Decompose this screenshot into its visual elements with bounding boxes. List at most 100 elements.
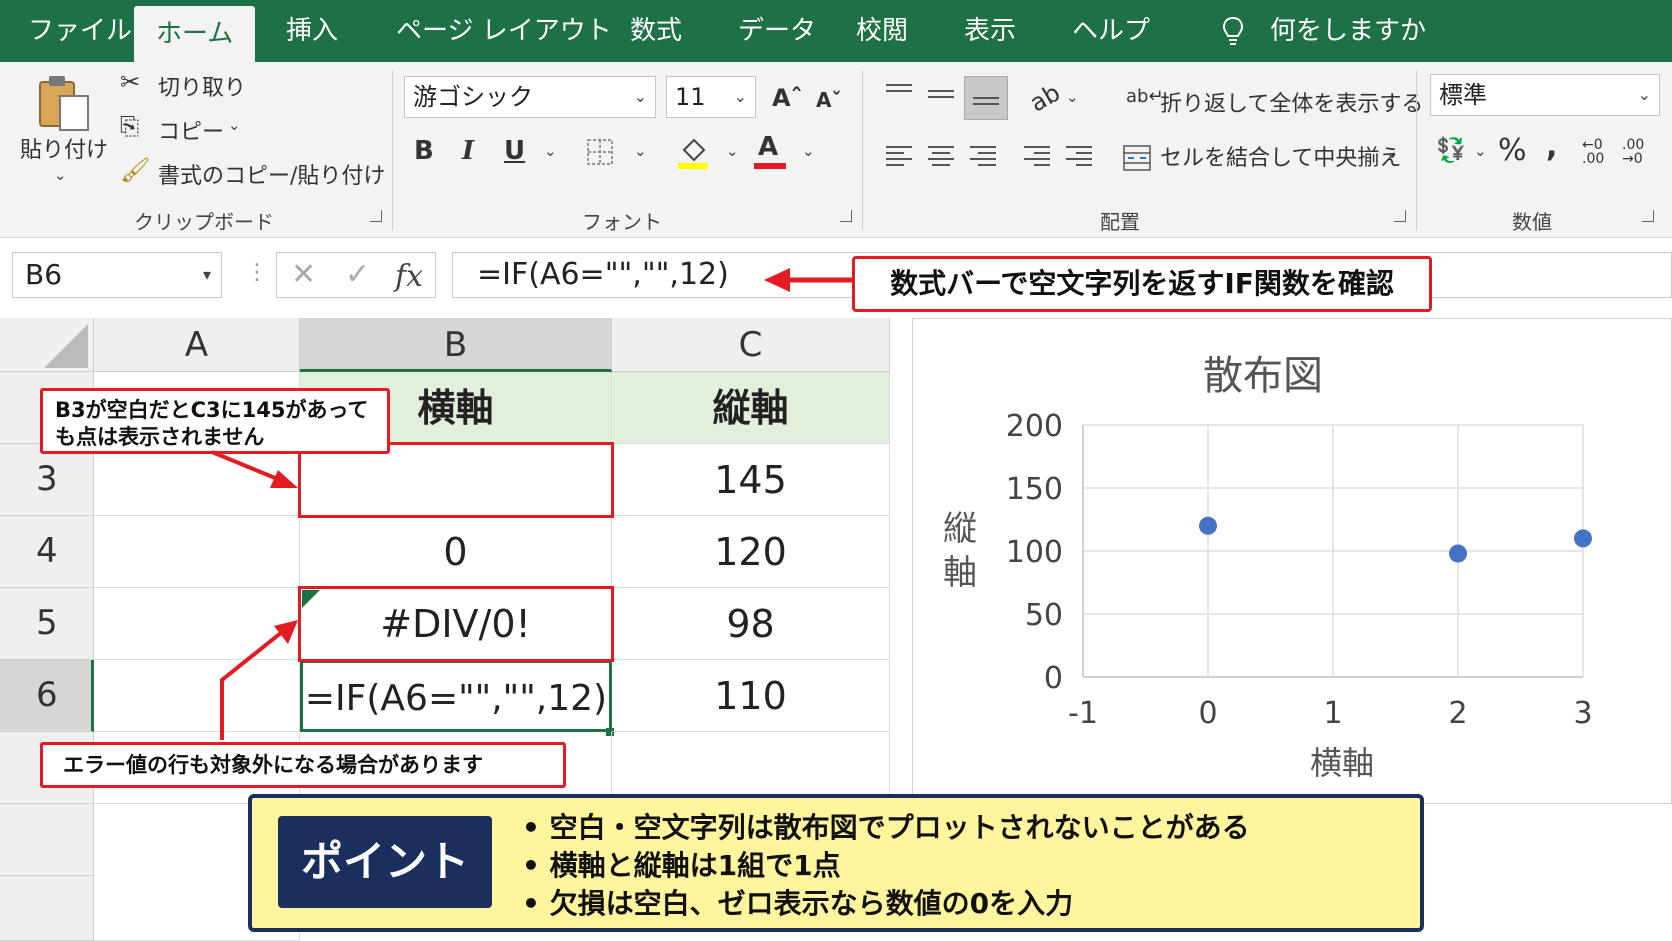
merge-center-icon[interactable] (1122, 144, 1152, 172)
row-header-6[interactable]: 6 (0, 660, 94, 732)
increase-decimal-icon[interactable]: ←0.00 (1582, 138, 1604, 166)
bold-button[interactable]: B (414, 138, 434, 164)
y-tick-label: 150 (1006, 472, 1063, 507)
b3-explanation-note: B3が空白だとC3に145があっても点は表示されません (40, 388, 390, 454)
fill-color-dropdown-icon[interactable]: ⌄ (726, 144, 739, 159)
format-painter-button[interactable]: 書式のコピー/貼り付け (158, 158, 385, 190)
scissors-icon[interactable]: ✂ (120, 70, 140, 94)
arrow-icon (211, 450, 298, 488)
borders-dropdown-icon[interactable]: ⌄ (634, 144, 647, 159)
copy-button[interactable]: コピー (158, 114, 224, 146)
align-middle-icon[interactable] (928, 90, 954, 112)
cancel-icon[interactable]: ✕ (291, 257, 316, 292)
number-format-value: 標準 (1439, 81, 1487, 109)
group-divider (1416, 70, 1417, 230)
point-summary-box: ポイント • 空白・空文字列は散布図でプロットされないことがある • 横軸と縦軸… (248, 794, 1424, 932)
tab-insert[interactable]: 挿入 (286, 0, 338, 62)
borders-icon[interactable] (586, 138, 614, 166)
align-top-icon[interactable] (886, 84, 912, 106)
point-item: • 空白・空文字列は散布図でプロットされないことがある (522, 811, 1250, 844)
enter-icon[interactable]: ✓ (345, 257, 370, 292)
data-point (1449, 544, 1467, 563)
copy-dropdown-icon[interactable]: ⌄ (228, 118, 241, 133)
y-tick-label: 200 (1006, 409, 1063, 444)
name-box[interactable]: B6 ▾ (12, 252, 222, 298)
select-all-corner[interactable] (0, 318, 94, 372)
clipboard-launcher-icon[interactable] (370, 210, 382, 222)
tab-formulas[interactable]: 数式 (630, 0, 682, 62)
paste-button[interactable]: 貼り付け (20, 132, 108, 164)
copy-icon[interactable]: ⎘ (120, 114, 139, 138)
tab-data[interactable]: データ (738, 0, 816, 62)
increase-indent-icon[interactable] (1066, 146, 1092, 168)
font-color-icon[interactable]: A (758, 134, 778, 160)
font-launcher-icon[interactable] (840, 210, 852, 222)
point-item: • 横軸と縦軸は1組で1点 (522, 849, 841, 882)
cell-b4[interactable]: 0 (300, 516, 612, 588)
number-launcher-icon[interactable] (1642, 210, 1654, 222)
italic-button[interactable]: I (462, 138, 474, 164)
wrap-text-button[interactable]: 折り返して全体を表示する (1160, 86, 1423, 118)
align-right-icon[interactable] (970, 146, 996, 168)
orientation-dropdown-icon[interactable]: ⌄ (1066, 90, 1079, 105)
paste-icon[interactable] (36, 72, 92, 134)
font-size-combo[interactable]: 11 ⌄ (666, 76, 756, 118)
group-divider (392, 70, 393, 230)
decrease-indent-icon[interactable] (1024, 146, 1050, 168)
merge-dropdown-icon[interactable]: ⌄ (1386, 146, 1399, 161)
currency-format-icon[interactable]: 💱 (1436, 138, 1466, 162)
tell-me-search[interactable]: 何をしますか (1270, 0, 1426, 62)
column-header-a[interactable]: A (94, 318, 300, 372)
ribbon-tab-bar: ファイル ホーム 挿入 ページ レイアウト 数式 データ 校閲 表示 ヘルプ 何… (0, 0, 1672, 62)
grow-font-icon[interactable]: Aˆ (772, 86, 803, 110)
currency-dropdown-icon[interactable]: ⌄ (1474, 144, 1487, 159)
font-color-dropdown-icon[interactable]: ⌄ (802, 144, 815, 159)
percent-button[interactable]: % (1498, 136, 1527, 166)
tab-file[interactable]: ファイル (28, 0, 132, 62)
drag-handle-icon[interactable]: ⋮ (246, 260, 268, 285)
comma-button[interactable]: , (1546, 132, 1557, 162)
font-name-combo[interactable]: 游ゴシック ⌄ (404, 76, 656, 118)
underline-button[interactable]: U (504, 138, 525, 164)
row-header-8[interactable] (0, 804, 94, 876)
row-header-4[interactable]: 4 (0, 516, 94, 588)
column-header-b[interactable]: B (300, 318, 612, 372)
alignment-launcher-icon[interactable] (1394, 210, 1406, 222)
cut-button[interactable]: 切り取り (158, 70, 246, 102)
cell-c5[interactable]: 98 (612, 588, 890, 660)
tab-view[interactable]: 表示 (964, 0, 1016, 62)
paste-dropdown-icon[interactable]: ⌄ (54, 168, 67, 183)
tab-home[interactable]: ホーム (134, 6, 256, 62)
wrap-text-icon[interactable]: ab↵ (1126, 88, 1164, 106)
cell-c4[interactable]: 120 (612, 516, 890, 588)
orientation-icon[interactable]: ab (1025, 78, 1065, 117)
tab-help[interactable]: ヘルプ (1072, 0, 1150, 62)
row-header-5[interactable]: 5 (0, 588, 94, 660)
cell-c6[interactable]: 110 (612, 660, 890, 732)
shrink-font-icon[interactable]: Aˇ (816, 90, 841, 110)
align-center-icon[interactable] (928, 146, 954, 168)
underline-dropdown-icon[interactable]: ⌄ (544, 144, 557, 159)
cell-c2[interactable]: 縦軸 (612, 372, 890, 444)
tab-page-layout[interactable]: ページ レイアウト (396, 0, 612, 62)
column-header-c[interactable]: C (612, 318, 890, 372)
fill-color-icon[interactable] (676, 134, 710, 170)
row-header-9[interactable] (0, 876, 94, 941)
cell-b6-active[interactable]: =IF(A6="","",12) (300, 660, 612, 732)
insert-function-button[interactable]: fx (395, 259, 423, 294)
decrease-decimal-icon[interactable]: .00 →0 (1622, 138, 1644, 166)
align-left-icon[interactable] (886, 146, 912, 168)
format-painter-icon[interactable]: 🖌 (120, 158, 150, 182)
scatter-chart[interactable]: 散布図 縦軸 0 50 100 150 200 -1 0 1 2 3 (912, 318, 1672, 804)
x-tick-label: 1 (1323, 696, 1342, 731)
align-bottom-button[interactable] (964, 76, 1008, 120)
y-tick-label: 50 (1025, 598, 1063, 633)
arrow-icon (220, 620, 298, 740)
cell-c3[interactable]: 145 (612, 444, 890, 516)
number-format-combo[interactable]: 標準 ⌄ (1430, 74, 1660, 116)
tab-review[interactable]: 校閲 (856, 0, 908, 62)
row-header-3[interactable]: 3 (0, 444, 94, 516)
cell-a4[interactable] (94, 516, 300, 588)
data-point (1199, 516, 1217, 535)
merge-center-button[interactable]: セルを結合して中央揃え (1160, 140, 1401, 172)
